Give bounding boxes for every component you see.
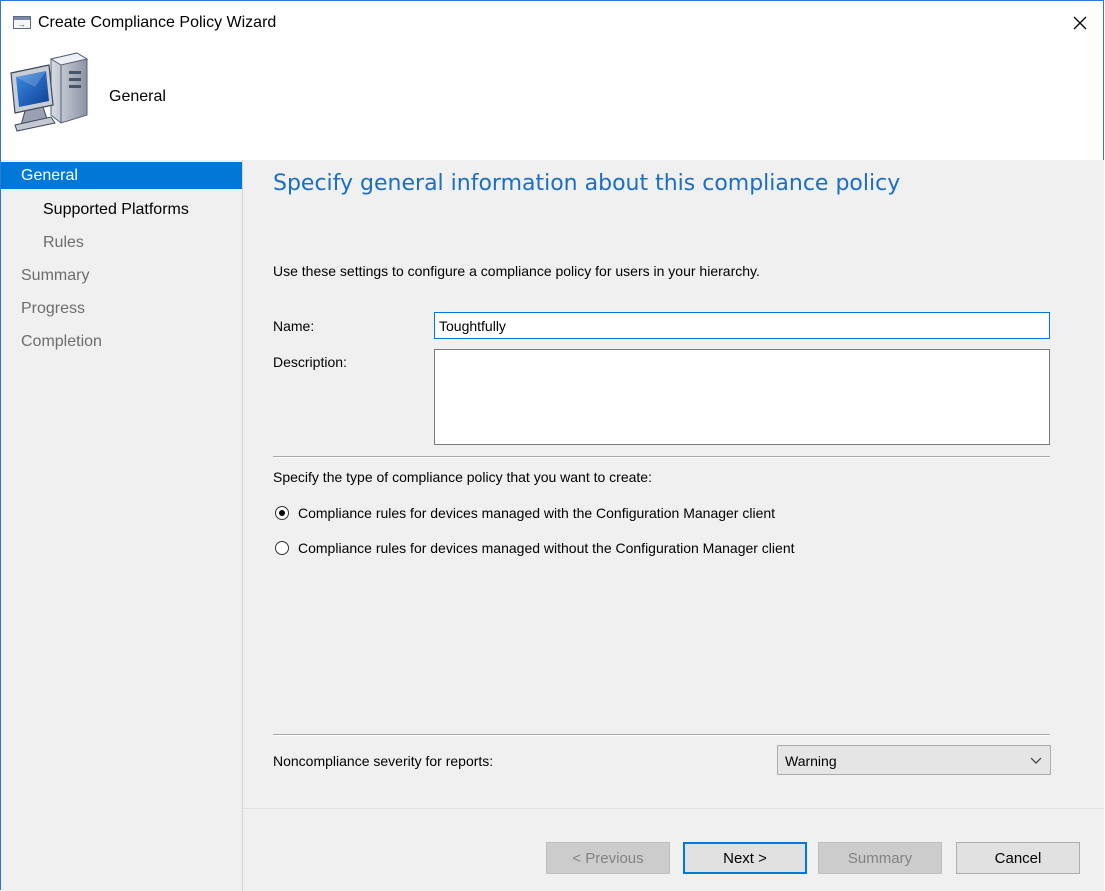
radio-with-client[interactable] [275,506,289,520]
option-with-client-label: Compliance rules for devices managed wit… [298,505,776,521]
sidebar-item-supported-platforms[interactable]: Supported Platforms [1,196,242,223]
close-icon [1073,16,1087,30]
option-without-client[interactable]: Compliance rules for devices managed wit… [275,538,795,558]
name-label: Name: [273,318,315,334]
description-input[interactable] [434,349,1050,445]
wizard-footer: < Previous Next > Summary Cancel [243,808,1104,891]
severity-divider [273,734,1050,736]
description-label: Description: [273,354,347,370]
section-divider [273,456,1050,458]
policy-type-prompt: Specify the type of compliance policy th… [273,469,652,485]
wizard-window: → Create Compliance Policy Wizard Genera… [0,0,1104,891]
cancel-button[interactable]: Cancel [956,842,1080,874]
next-button[interactable]: Next > [683,842,807,874]
title-bar: → Create Compliance Policy Wizard [1,1,1103,45]
option-without-client-label: Compliance rules for devices managed wit… [298,540,795,556]
intro-text: Use these settings to configure a compli… [273,263,760,279]
name-input[interactable] [434,312,1050,339]
severity-select[interactable]: Warning [777,745,1051,775]
severity-select-value: Warning [785,753,837,769]
wizard-header: General [1,45,1103,160]
wizard-app-icon: → [13,16,31,29]
severity-label: Noncompliance severity for reports: [273,753,494,769]
sidebar-item-general[interactable]: General [1,162,242,189]
page-heading: Specify general information about this c… [273,171,901,196]
window-title: Create Compliance Policy Wizard [38,14,277,31]
sidebar-item-rules[interactable]: Rules [1,229,242,256]
computer-icon [10,52,89,132]
option-with-client[interactable]: Compliance rules for devices managed wit… [275,503,775,523]
sidebar-item-progress[interactable]: Progress [1,295,242,322]
chevron-down-icon [1030,757,1042,764]
header-title: General [109,88,166,105]
sidebar-item-summary[interactable]: Summary [1,262,242,289]
summary-button[interactable]: Summary [818,842,942,874]
sidebar-item-completion[interactable]: Completion [1,328,242,355]
main-panel: Specify general information about this c… [243,160,1104,808]
radio-without-client[interactable] [275,541,289,555]
previous-button[interactable]: < Previous [546,842,670,874]
close-button[interactable] [1057,1,1103,45]
wizard-sidebar: General Supported Platforms Rules Summar… [1,160,243,891]
